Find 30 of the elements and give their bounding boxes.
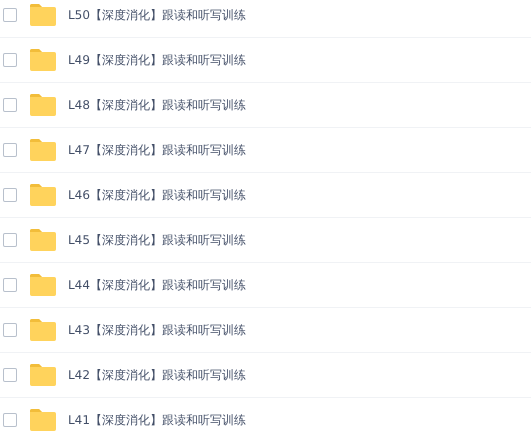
checkbox[interactable] — [3, 323, 17, 337]
checkbox[interactable] — [3, 8, 17, 22]
folder-icon — [30, 274, 56, 296]
checkbox[interactable] — [3, 143, 17, 157]
checkbox[interactable] — [3, 98, 17, 112]
folder-icon — [30, 184, 56, 206]
folder-icon — [30, 4, 56, 26]
folder-icon — [30, 49, 56, 71]
folder-name[interactable]: L42【深度消化】跟读和听写训练 — [68, 366, 246, 384]
folder-icon — [30, 319, 56, 341]
folder-icon — [30, 139, 56, 161]
folder-name[interactable]: L47【深度消化】跟读和听写训练 — [68, 141, 246, 159]
checkbox[interactable] — [3, 413, 17, 427]
folder-name[interactable]: L41【深度消化】跟读和听写训练 — [68, 411, 246, 429]
folder-icon — [30, 364, 56, 386]
folder-name[interactable]: L46【深度消化】跟读和听写训练 — [68, 186, 246, 204]
checkbox[interactable] — [3, 188, 17, 202]
folder-name[interactable]: L45【深度消化】跟读和听写训练 — [68, 231, 246, 249]
checkbox[interactable] — [3, 278, 17, 292]
checkbox[interactable] — [3, 368, 17, 382]
folder-name[interactable]: L48【深度消化】跟读和听写训练 — [68, 96, 246, 114]
checkbox[interactable] — [3, 53, 17, 67]
folder-name[interactable]: L44【深度消化】跟读和听写训练 — [68, 276, 246, 294]
folder-icon — [30, 229, 56, 251]
folder-name[interactable]: L43【深度消化】跟读和听写训练 — [68, 321, 246, 339]
folder-icon — [30, 409, 56, 431]
folder-icon — [30, 94, 56, 116]
folder-name[interactable]: L50【深度消化】跟读和听写训练 — [68, 6, 246, 24]
checkbox[interactable] — [3, 233, 17, 247]
folder-name[interactable]: L49【深度消化】跟读和听写训练 — [68, 51, 246, 69]
